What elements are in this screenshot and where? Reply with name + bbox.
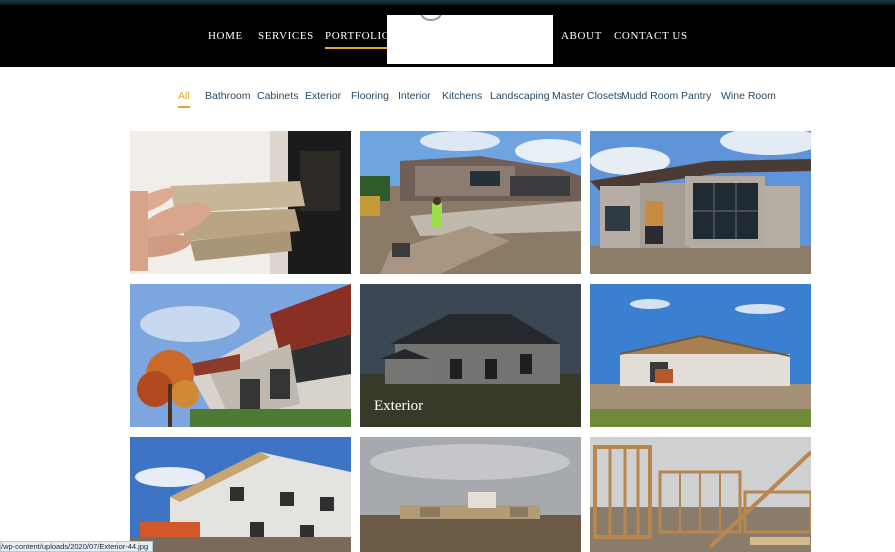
wrapped-house-construction-photo [130,437,351,552]
gallery-item[interactable] [360,131,581,274]
stone-veneer-photo [130,131,351,274]
filter-wine-room[interactable]: Wine Room [721,90,776,102]
browser-status-url: /wp-content/uploads/2020/07/Exterior-44.… [0,541,154,552]
nav-home[interactable]: HOME [208,30,243,42]
filter-landscaping[interactable]: Landscaping [490,90,550,102]
gallery-item[interactable] [590,131,811,274]
gallery-item[interactable] [590,284,811,427]
hover-caption: Exterior [374,398,424,414]
house-with-autumn-tree-photo [130,284,351,427]
modern-house-exterior-photo [590,131,811,274]
site-header: HOME SERVICES PORTFOLIO ABOUT CONTACT US [0,0,895,67]
filter-bathroom[interactable]: Bathroom [205,90,251,102]
gallery-item[interactable] [130,284,351,427]
wood-framing-photo [590,437,811,552]
filter-all[interactable]: All [178,90,190,108]
site-logo[interactable] [387,15,553,64]
gallery-item[interactable] [360,437,581,552]
nav-about[interactable]: ABOUT [561,30,602,42]
logo-mark-icon [420,15,442,21]
filter-master-closets[interactable]: Master Closets [552,90,622,102]
gallery-item[interactable] [130,437,351,552]
filter-cabinets[interactable]: Cabinets [257,90,298,102]
filter-interior[interactable]: Interior [398,90,431,102]
house-foundation-overcast-photo [360,437,581,552]
house-under-construction-photo [590,284,811,427]
filter-pantry[interactable]: Pantry [681,90,711,102]
filter-flooring[interactable]: Flooring [351,90,389,102]
nav-portfolio[interactable]: PORTFOLIO [325,30,391,49]
gallery-item[interactable] [130,131,351,274]
nav-services[interactable]: SERVICES [258,30,314,42]
nav-contact-us[interactable]: CONTACT US [614,30,688,42]
house-construction-driveway-photo [360,131,581,274]
gallery-item[interactable] [590,437,811,552]
gallery-item-hovered[interactable]: Exterior [360,284,581,427]
filter-kitchens[interactable]: Kitchens [442,90,482,102]
filter-mudd-room[interactable]: Mudd Room [621,90,678,102]
filter-exterior[interactable]: Exterior [305,90,341,102]
